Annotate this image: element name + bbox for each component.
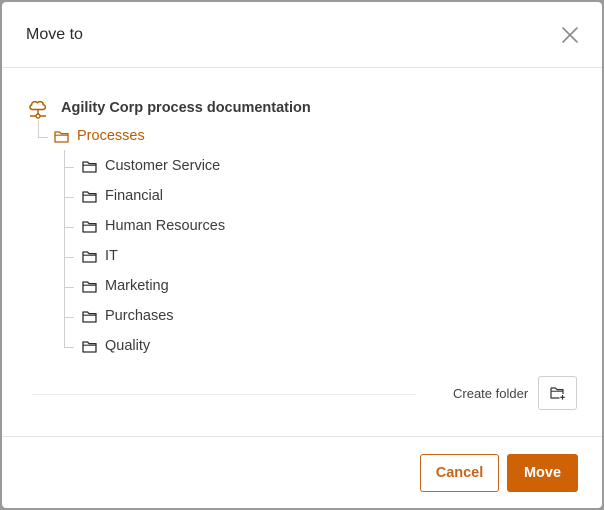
tree-item-label: Marketing — [105, 278, 169, 294]
tree-item-processes[interactable]: Processes — [54, 128, 145, 144]
tree-item-label: Financial — [105, 188, 164, 204]
tree-item-financial[interactable]: Financial — [82, 188, 163, 204]
folder-icon — [82, 280, 97, 293]
cancel-button[interactable]: Cancel — [420, 454, 499, 492]
close-icon — [562, 27, 578, 43]
dialog-footer: Cancel Move — [2, 436, 602, 508]
tree-item-customer-service[interactable]: Customer Service — [82, 158, 220, 174]
tree-connector — [64, 287, 74, 288]
close-button[interactable] — [560, 25, 580, 45]
folder-icon — [82, 220, 97, 233]
tree-item-label: IT — [105, 248, 118, 264]
folder-icon — [82, 310, 97, 323]
folder-icon — [82, 190, 97, 203]
folder-plus-icon — [549, 387, 565, 400]
tree-item-quality[interactable]: Quality — [82, 338, 150, 354]
tree-root-label: Agility Corp process documentation — [61, 100, 311, 116]
folder-tree-panel: Agility Corp process documentation Proce… — [2, 68, 602, 437]
tree-item-label: Human Resources — [105, 218, 226, 234]
dialog-title: Move to — [26, 26, 83, 43]
tree-connector — [64, 317, 74, 318]
tree-connector — [38, 137, 48, 138]
folder-icon — [54, 130, 69, 143]
tree-item-it[interactable]: IT — [82, 248, 118, 264]
dialog-header: Move to — [2, 2, 602, 68]
tree-connector — [64, 257, 74, 258]
tree-item-label: Processes — [77, 128, 145, 144]
tree-item-label: Quality — [105, 338, 151, 354]
tree-item-label: Purchases — [105, 308, 174, 324]
cloud-network-icon — [29, 100, 47, 119]
tree-connector — [64, 347, 74, 348]
folder-icon — [82, 340, 97, 353]
tree-item-purchases[interactable]: Purchases — [82, 308, 174, 324]
tree-connector — [64, 227, 74, 228]
folder-icon — [82, 250, 97, 263]
tree-connector — [64, 167, 74, 168]
tree-item-label: Customer Service — [105, 158, 221, 174]
tree-connector — [38, 120, 39, 137]
tree-root[interactable]: Agility Corp process documentation — [26, 96, 311, 120]
create-folder-button[interactable] — [538, 376, 577, 410]
tree-item-human-resources[interactable]: Human Resources — [82, 218, 225, 234]
divider — [32, 394, 416, 395]
move-to-dialog: Move to Agility Corp process documentati… — [2, 2, 602, 508]
tree-item-marketing[interactable]: Marketing — [82, 278, 169, 294]
tree-connector — [64, 197, 74, 198]
create-folder-label: Create folder — [453, 386, 529, 401]
move-button[interactable]: Move — [507, 454, 578, 492]
folder-icon — [82, 160, 97, 173]
